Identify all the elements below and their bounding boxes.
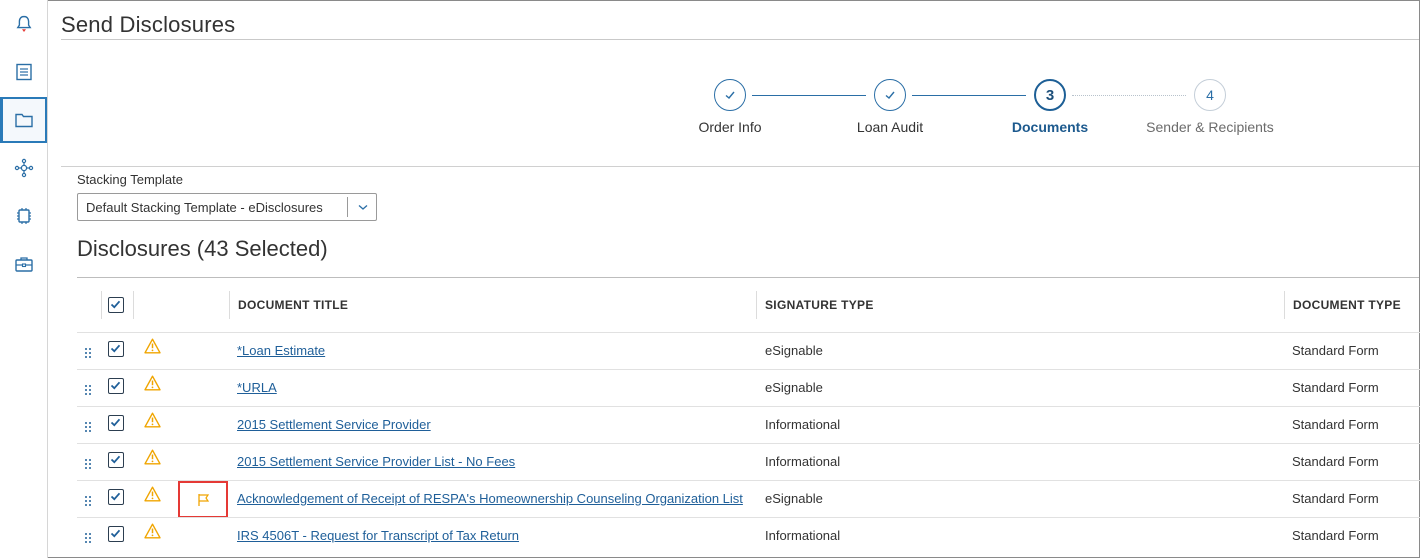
document-type-cell: Standard Form bbox=[1292, 343, 1379, 358]
warning-icon[interactable] bbox=[144, 523, 161, 539]
document-title-link[interactable]: *URLA bbox=[237, 380, 277, 395]
step-label: Documents bbox=[1011, 119, 1089, 135]
table-row[interactable]: 2015 Settlement Service Provider Informat… bbox=[77, 406, 1420, 443]
select-all-checkbox[interactable] bbox=[108, 297, 124, 313]
step-circle-future: 4 bbox=[1194, 79, 1226, 111]
chevron-down-icon[interactable] bbox=[355, 199, 371, 215]
bell-icon bbox=[16, 15, 32, 32]
section-divider bbox=[61, 166, 1419, 167]
table-row[interactable]: *Loan Estimate eSignable Standard Form bbox=[77, 332, 1420, 369]
signature-type-cell: eSignable bbox=[765, 491, 823, 506]
page-title: Send Disclosures bbox=[61, 12, 236, 37]
drag-handle-icon[interactable] bbox=[84, 420, 92, 432]
chip-icon bbox=[17, 208, 31, 224]
sidebar-item-notifications[interactable] bbox=[1, 1, 47, 47]
row-checkbox[interactable] bbox=[108, 452, 124, 468]
step-circle-current: 3 bbox=[1034, 79, 1066, 111]
drag-handle-icon[interactable] bbox=[84, 494, 92, 506]
checkmark-icon bbox=[110, 300, 121, 309]
warning-icon[interactable] bbox=[144, 338, 161, 354]
column-divider bbox=[133, 291, 134, 319]
document-type-cell: Standard Form bbox=[1292, 491, 1379, 506]
column-divider bbox=[1284, 291, 1285, 319]
document-type-cell: Standard Form bbox=[1292, 417, 1379, 432]
column-header-document-type[interactable]: DOCUMENT TYPE bbox=[1293, 291, 1401, 319]
document-type-cell: Standard Form bbox=[1292, 454, 1379, 469]
network-icon bbox=[14, 158, 34, 178]
document-type-cell: Standard Form bbox=[1292, 528, 1379, 543]
drag-handle-icon[interactable] bbox=[84, 457, 92, 469]
stacking-template-value: Default Stacking Template - eDisclosures bbox=[86, 200, 323, 215]
folder-icon bbox=[14, 113, 33, 128]
warning-icon[interactable] bbox=[144, 375, 161, 391]
sidebar-item-tools[interactable] bbox=[1, 241, 47, 287]
step-documents[interactable]: 3 Documents bbox=[970, 79, 1130, 135]
stacking-template-label: Stacking Template bbox=[77, 172, 183, 187]
step-order-info[interactable]: Order Info bbox=[650, 79, 810, 135]
document-title-link[interactable]: *Loan Estimate bbox=[237, 343, 325, 358]
disclosures-heading: Disclosures (43 Selected) bbox=[77, 236, 328, 261]
step-label: Sender & Recipients bbox=[1146, 119, 1274, 135]
sidebar bbox=[0, 0, 48, 558]
document-type-cell: Standard Form bbox=[1292, 380, 1379, 395]
row-checkbox[interactable] bbox=[108, 341, 124, 357]
signature-type-cell: Informational bbox=[765, 528, 841, 543]
signature-type-cell: eSignable bbox=[765, 380, 823, 395]
warning-icon[interactable] bbox=[144, 486, 161, 502]
document-title-link[interactable]: Acknowledgement of Receipt of RESPA's Ho… bbox=[237, 491, 743, 506]
step-label: Order Info bbox=[698, 119, 762, 135]
drag-handle-icon[interactable] bbox=[84, 346, 92, 358]
row-checkbox[interactable] bbox=[108, 489, 124, 505]
warning-icon[interactable] bbox=[144, 449, 161, 465]
sidebar-item-orders[interactable] bbox=[1, 49, 47, 95]
document-title-link[interactable]: 2015 Settlement Service Provider bbox=[237, 417, 431, 432]
warning-icon[interactable] bbox=[144, 412, 161, 428]
table-header: DOCUMENT TITLE SIGNATURE TYPE DOCUMENT T… bbox=[77, 291, 1420, 319]
drag-handle-icon[interactable] bbox=[84, 531, 92, 543]
stacking-template-select[interactable]: Default Stacking Template - eDisclosures bbox=[77, 193, 377, 221]
table-row[interactable]: IRS 4506T - Request for Transcript of Ta… bbox=[77, 517, 1420, 554]
column-divider bbox=[101, 291, 102, 319]
row-checkbox[interactable] bbox=[108, 415, 124, 431]
signature-type-cell: Informational bbox=[765, 417, 841, 432]
document-title-link[interactable]: 2015 Settlement Service Provider List - … bbox=[237, 454, 515, 469]
table-row[interactable]: Acknowledgement of Receipt of RESPA's Ho… bbox=[77, 480, 1420, 518]
flag-icon[interactable] bbox=[178, 481, 228, 518]
table-row[interactable]: 2015 Settlement Service Provider List - … bbox=[77, 443, 1420, 480]
briefcase-icon bbox=[15, 257, 33, 272]
select-separator bbox=[347, 197, 348, 217]
row-checkbox[interactable] bbox=[108, 378, 124, 394]
row-checkbox[interactable] bbox=[108, 526, 124, 542]
step-sender-recipients[interactable]: 4 Sender & Recipients bbox=[1130, 79, 1290, 135]
check-icon bbox=[885, 91, 895, 99]
sidebar-item-integrations[interactable] bbox=[1, 193, 47, 239]
step-circle-done bbox=[714, 79, 746, 111]
step-label: Loan Audit bbox=[856, 119, 924, 135]
column-header-signature-type[interactable]: SIGNATURE TYPE bbox=[765, 291, 874, 319]
column-divider bbox=[229, 291, 230, 319]
sidebar-item-documents[interactable] bbox=[0, 97, 47, 143]
document-title-link[interactable]: IRS 4506T - Request for Transcript of Ta… bbox=[237, 528, 519, 543]
list-icon bbox=[16, 63, 32, 81]
signature-type-cell: Informational bbox=[765, 454, 841, 469]
column-divider bbox=[756, 291, 757, 319]
table-row[interactable]: *URLA eSignable Standard Form bbox=[77, 369, 1420, 406]
step-circle-done bbox=[874, 79, 906, 111]
column-header-document-title[interactable]: DOCUMENT TITLE bbox=[238, 291, 348, 319]
title-divider bbox=[61, 39, 1419, 40]
drag-handle-icon[interactable] bbox=[84, 383, 92, 395]
signature-type-cell: eSignable bbox=[765, 343, 823, 358]
sidebar-item-network[interactable] bbox=[1, 145, 47, 191]
step-loan-audit[interactable]: Loan Audit bbox=[810, 79, 970, 135]
disclosures-divider bbox=[77, 277, 1419, 278]
check-icon bbox=[725, 91, 735, 99]
